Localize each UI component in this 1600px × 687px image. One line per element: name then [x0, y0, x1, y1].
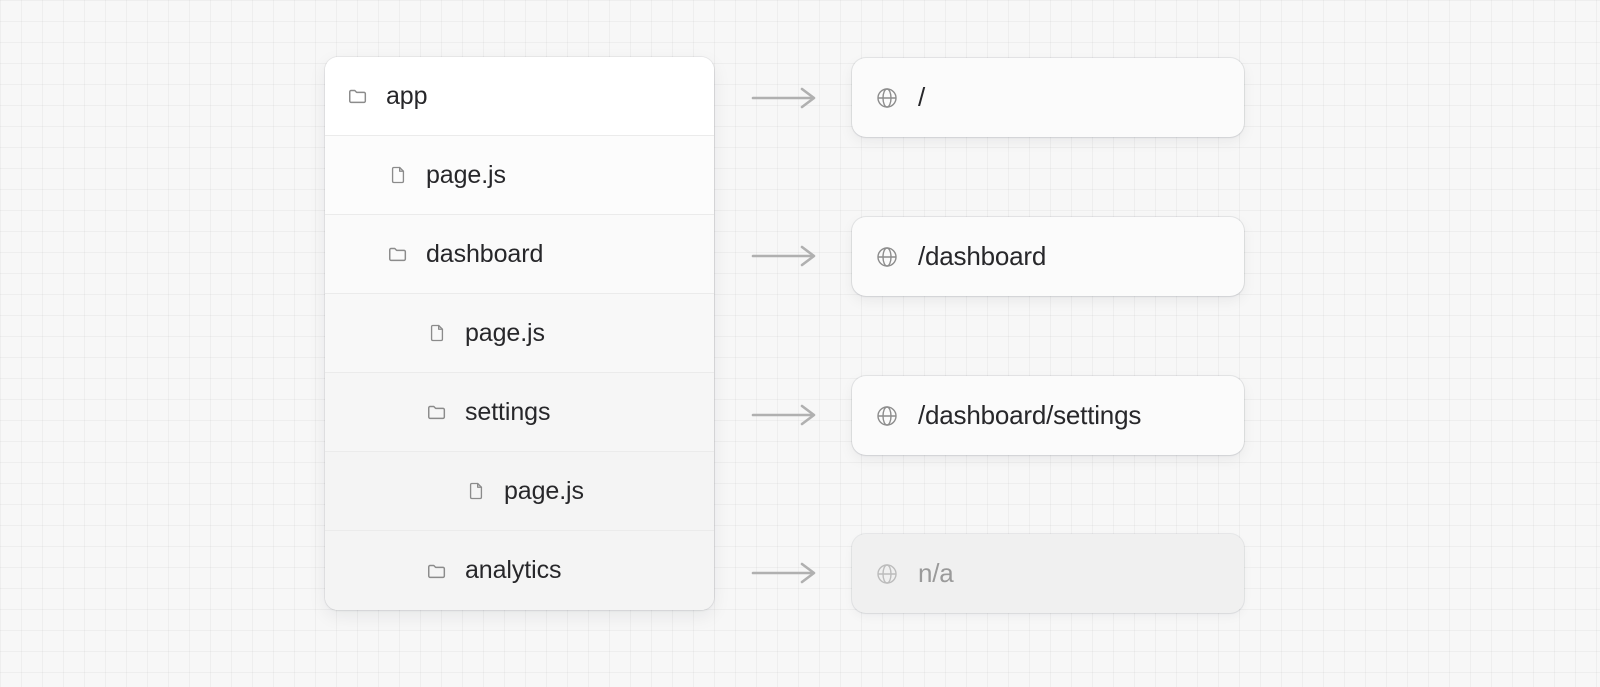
folder-icon — [426, 560, 448, 582]
tree-row[interactable]: app — [325, 57, 714, 136]
tree-row-label: settings — [465, 397, 551, 426]
file-icon — [426, 322, 448, 344]
file-tree-card: app page.js dashboard page.js settings p… — [325, 57, 714, 610]
route-badge[interactable]: / — [852, 58, 1244, 137]
route-badge-label: n/a — [918, 558, 954, 588]
tree-row-label: analytics — [465, 556, 562, 584]
arrow-right-icon — [750, 404, 822, 426]
file-icon — [465, 480, 487, 502]
route-badge-label: /dashboard — [918, 241, 1047, 271]
route-mapping-diagram: app page.js dashboard page.js settings p… — [0, 0, 1600, 687]
route-badge-disabled: n/a — [852, 534, 1244, 613]
tree-row[interactable]: page.js — [325, 294, 714, 373]
arrow-right-icon — [750, 245, 822, 267]
route-badge[interactable]: /dashboard — [852, 217, 1244, 296]
tree-row-label: page.js — [465, 318, 545, 347]
tree-row[interactable]: page.js — [325, 136, 714, 215]
tree-row[interactable]: dashboard — [325, 215, 714, 294]
route-badge[interactable]: /dashboard/settings — [852, 376, 1244, 455]
globe-icon — [875, 562, 899, 586]
tree-row-label: dashboard — [426, 239, 544, 268]
tree-row[interactable]: page.js — [325, 452, 714, 531]
route-badge-label: / — [918, 82, 926, 112]
tree-row[interactable]: analytics — [325, 531, 714, 610]
globe-icon — [875, 404, 899, 428]
tree-row[interactable]: settings — [325, 373, 714, 452]
arrow-right-icon — [750, 87, 822, 109]
tree-row-label: page.js — [504, 476, 584, 505]
file-icon — [387, 164, 409, 186]
globe-icon — [875, 86, 899, 110]
globe-icon — [875, 245, 899, 269]
route-badge-label: /dashboard/settings — [918, 400, 1142, 430]
tree-row-label: page.js — [426, 160, 506, 189]
arrow-right-icon — [750, 562, 822, 584]
tree-row-label: app — [386, 81, 428, 110]
folder-icon — [426, 401, 448, 423]
folder-icon — [347, 85, 369, 107]
folder-icon — [387, 243, 409, 265]
